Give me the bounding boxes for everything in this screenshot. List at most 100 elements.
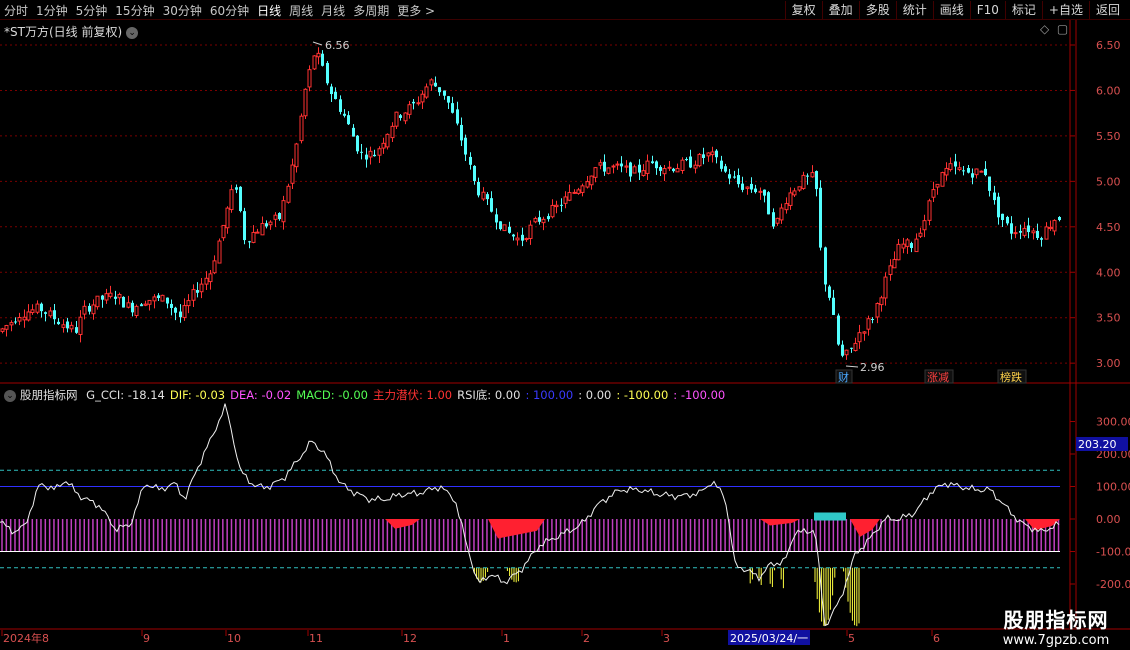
candle-body-up [550,204,555,218]
toolbar-button-0[interactable]: 复权 [784,1,822,19]
candle-body-down [967,168,970,173]
candle-body-down [702,154,705,158]
chart-canvas[interactable]: 6.50 6.00 5.50 5.00 4.50 4.00 3.50 3.00 300.00 2… [0,0,1130,650]
candle-body-down [239,186,242,212]
candle-body-up [792,190,797,196]
diamond-icon[interactable]: ◇ [1040,22,1049,36]
current-value-label: 203.20 [1078,438,1117,451]
candle-body-up [593,167,598,178]
candle-body-down [101,295,104,300]
candle-body-down [832,297,835,315]
period-tab-9[interactable]: 多周期 [353,2,389,19]
period-tab-6[interactable]: 日线 [257,2,281,19]
indicator-axis: 300.00200.00100.000.00-100.00-200.00203.… [1070,416,1130,591]
candle-body-up [598,162,603,166]
candle-body-up [883,276,888,299]
period-tab-4[interactable]: 30分钟 [163,2,202,19]
candle-body-down [819,187,822,248]
candle-body-up [407,104,412,115]
indicator-tick-label: 0.00 [1096,513,1121,526]
period-tab-0[interactable]: 分时 [4,2,28,19]
indicator-tick-label: 100.00 [1096,481,1130,494]
candle-body-down [724,166,727,172]
candle-body-up [935,183,940,188]
price-tick-label: 4.50 [1096,221,1121,234]
candle-body-down [521,234,524,241]
candle-body-up [204,277,209,285]
candle-body-down [339,99,342,112]
candle-body-down [547,216,550,220]
red-block [488,519,545,539]
indicator-value-3: MACD: -0.00 [296,388,368,402]
toolbar-button-5[interactable]: F10 [969,1,1005,19]
candle-body-up [1044,226,1049,240]
candle-body-down [971,173,974,178]
candle-body-up [784,203,789,211]
candle-body-up [429,79,434,86]
candlestick-series[interactable] [0,47,1061,360]
candle-body-down [1001,213,1004,220]
candle-body-up [979,170,984,173]
main-chart-title[interactable]: *ST万方(日线 前复权) ⌄ [4,23,139,40]
candle-body-up [294,143,299,168]
toolbar-button-1[interactable]: 叠加 [821,1,859,19]
candle-body-up [857,332,862,343]
candle-body-up [104,293,109,301]
chevron-down-icon[interactable]: ⌄ [126,27,139,39]
toolbar-button-2[interactable]: 多股 [858,1,896,19]
candle-body-up [572,191,577,194]
indicator-menu-icon[interactable]: ⌄ [4,390,16,402]
candle-body-down [837,315,840,345]
cyan-block [814,512,846,521]
time-label-10: 6 [933,632,940,645]
candle-body-up [91,304,96,315]
candle-body-down [997,196,1000,218]
candle-body-down [733,176,736,178]
price-tick-label: 6.00 [1096,84,1121,97]
square-icon[interactable]: ▢ [1057,22,1068,36]
candle-body-up [533,217,538,223]
candle-body-up [892,258,897,269]
candle-body-down [629,162,632,177]
candle-body-down [685,159,688,161]
candle-body-up [9,322,14,326]
candle-body-up [152,296,157,302]
candle-body-down [460,124,463,141]
candle-body-up [554,204,559,208]
period-tab-8[interactable]: 月线 [321,2,345,19]
event-badge-2: 榜跌 [1000,370,1022,384]
candle-body-up [217,240,222,264]
candle-body-down [75,327,78,333]
candle-body-up [186,300,191,307]
candle-body-down [330,86,333,95]
toolbar-button-3[interactable]: 统计 [895,1,933,19]
period-tab-3[interactable]: 15分钟 [115,2,154,19]
candle-body-up [108,292,113,297]
period-tab-7[interactable]: 周线 [289,2,313,19]
period-tab-1[interactable]: 1分钟 [36,2,68,19]
watermark-url: www.7gpzb.com [1002,633,1110,648]
period-tab-2[interactable]: 5分钟 [76,2,108,19]
candle-body-up [260,222,265,236]
candle-body-up [896,243,901,261]
candle-body-up [316,52,321,58]
indicator-value-1: DIF: -0.03 [169,388,226,402]
toolbar-button-4[interactable]: 画线 [932,1,970,19]
indicator-header[interactable]: ⌄ 股朋指标网 G_CCI: -18.14 DIF: -0.03 DEA: -0.02… [4,387,725,403]
period-tab-5[interactable]: 60分钟 [210,2,249,19]
time-label-9: 5 [848,632,855,645]
candle-body-down [767,192,770,215]
candle-body-down [174,307,177,313]
candle-body-down [14,321,17,323]
candle-body-down [655,161,658,169]
candle-body-down [651,161,654,164]
candle-body-up [78,316,83,335]
candle-body-down [988,176,991,191]
candle-body-up [143,303,148,306]
candle-body-up [191,289,196,301]
toolbar-button-8[interactable]: 返回 [1088,1,1126,19]
candle-body-up [585,181,590,188]
period-tab-10[interactable]: 更多 > [397,2,435,19]
toolbar-button-7[interactable]: +自选 [1041,1,1089,19]
toolbar-button-6[interactable]: 标记 [1004,1,1042,19]
